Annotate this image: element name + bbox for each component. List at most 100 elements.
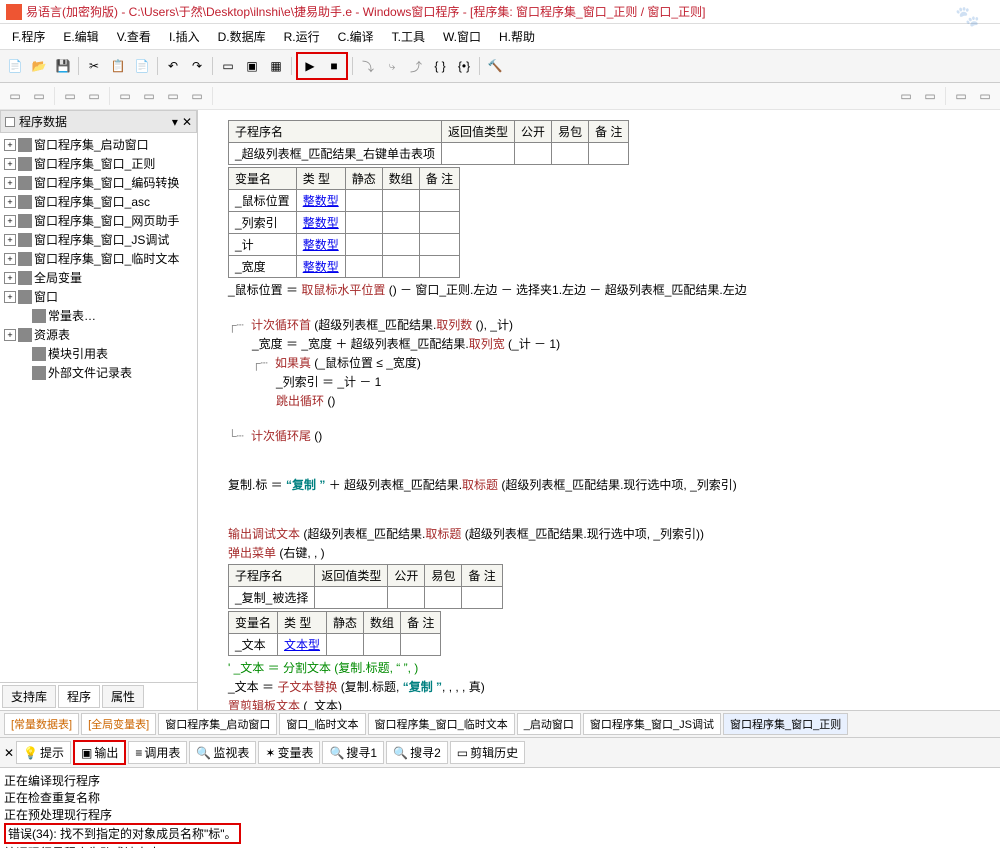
menu-view[interactable]: V.查看 [109, 26, 159, 47]
tb2-btn: ▭ [28, 85, 50, 107]
tab-global-var[interactable]: [全局变量表] [81, 713, 156, 735]
copy-button[interactable]: 📋 [107, 55, 129, 77]
tree-item[interactable]: +窗口程序集_窗口_正则 [2, 154, 195, 173]
sidebar-dropdown-icon[interactable]: ▾ [172, 115, 178, 129]
menu-window[interactable]: W.窗口 [435, 26, 489, 47]
tab-find1[interactable]: 🔍搜寻1 [322, 741, 384, 764]
sidebar-header: 程序数据 ▾ ✕ [0, 110, 197, 133]
tree-item[interactable]: 常量表… [16, 306, 195, 325]
tb2-btn: ▭ [138, 85, 160, 107]
menu-run[interactable]: R.运行 [276, 26, 328, 47]
tab-temptext-set[interactable]: 窗口程序集_窗口_临时文本 [368, 713, 515, 735]
window-title: 易语言(加密狗版) - C:\Users\于然\Desktop\ilnshi\e… [26, 3, 705, 20]
tree-item[interactable]: 模块引用表 [16, 344, 195, 363]
variable-table[interactable]: 变量名类 型静态数组备 注 _文本文本型 [228, 611, 441, 656]
sidebar-tabs: 支持库 程序 属性 [0, 682, 197, 710]
run-button[interactable]: ▶ [299, 55, 321, 77]
undo-button[interactable]: ↶ [162, 55, 184, 77]
variable-table[interactable]: 变量名类 型静态数组备 注 _鼠标位置整数型 _列索引整数型 _计整数型 _宽度… [228, 167, 460, 278]
menu-help[interactable]: H.帮助 [491, 26, 543, 47]
tree-item[interactable]: +窗口程序集_窗口_网页助手 [2, 211, 195, 230]
tab-vartable[interactable]: ✶变量表 [258, 741, 320, 764]
menu-file[interactable]: F.程序 [4, 26, 53, 47]
tab-watch[interactable]: 🔍监视表 [189, 741, 256, 764]
tab-regex[interactable]: 窗口程序集_窗口_正则 [723, 713, 848, 735]
tree-item[interactable]: +窗口程序集_窗口_JS调试 [2, 230, 195, 249]
code-line[interactable]: _列索引 ＝ _计 － 1 [228, 372, 992, 391]
project-tree[interactable]: +窗口程序集_启动窗口+窗口程序集_窗口_正则+窗口程序集_窗口_编码转换+窗口… [0, 133, 197, 682]
code-line[interactable]: _宽度 ＝ _宽度 ＋ 超级列表框_匹配结果.取列宽 (_计 － 1) [228, 334, 992, 353]
new-button[interactable]: 📄 [4, 55, 26, 77]
tab-temptext[interactable]: 窗口_临时文本 [279, 713, 365, 735]
tree-item[interactable]: +资源表 [2, 325, 195, 344]
tab-output[interactable]: ▣输出 [73, 740, 126, 765]
form-button[interactable]: ▣ [241, 55, 263, 77]
step-over-button[interactable]: ⤵ [357, 55, 379, 77]
menu-edit[interactable]: E.编辑 [55, 26, 106, 47]
code-line[interactable]: ▸输出调试文本 (超级列表框_匹配结果.取标题 (超级列表框_匹配结果.现行选中… [228, 524, 992, 543]
code-line[interactable]: 弹出菜单 (右键, , ) [228, 543, 992, 562]
save-button[interactable]: 💾 [52, 55, 74, 77]
sidebar-tab-support[interactable]: 支持库 [2, 685, 56, 708]
breakpoint-button[interactable]: { } [429, 55, 451, 77]
code-line[interactable]: └┄ 计次循环尾 () [228, 426, 992, 445]
output-pane[interactable]: 正在编译现行程序 正在检查重复名称 正在预处理现行程序 错误(34): 找不到指… [0, 768, 1000, 848]
grid-button[interactable]: ▦ [265, 55, 287, 77]
search-icon: 🔍 [329, 746, 344, 760]
cut-button[interactable]: ✂ [83, 55, 105, 77]
paste-button[interactable]: 📄 [131, 55, 153, 77]
tb2-btn: ▭ [83, 85, 105, 107]
code-line[interactable]: ┌┄ 如果真 (_鼠标位置 ≤ _宽度) [228, 353, 992, 372]
menu-bar: F.程序 E.编辑 V.查看 I.插入 D.数据库 R.运行 C.编译 T.工具… [0, 24, 1000, 50]
code-line[interactable]: ↓复制.标 ＝ “复制 ” ＋ 超级列表框_匹配结果.取标题 (超级列表框_匹配… [228, 475, 992, 494]
clip-icon: ▭ [457, 746, 468, 760]
tab-jsdebug[interactable]: 窗口程序集_窗口_JS调试 [583, 713, 721, 735]
tab-start-window[interactable]: 窗口程序集_启动窗口 [158, 713, 277, 735]
redo-button[interactable]: ↷ [186, 55, 208, 77]
step-into-button[interactable]: ⤷ [381, 55, 403, 77]
code-line[interactable]: _鼠标位置 ＝ 取鼠标水平位置 () － 窗口_正则.左边 － 选择夹1.左边 … [228, 280, 992, 299]
tab-calltable[interactable]: ≡调用表 [128, 741, 187, 764]
build-button[interactable]: 🔨 [484, 55, 506, 77]
subroutine-table[interactable]: 子程序名返回值类型公开易包备 注 _复制_被选择 [228, 564, 503, 609]
tab-clip[interactable]: ▭剪辑历史 [450, 741, 525, 764]
window-button[interactable]: ▭ [217, 55, 239, 77]
tree-item[interactable]: +窗口程序集_窗口_临时文本 [2, 249, 195, 268]
code-editor[interactable]: 子程序名返回值类型公开易包备 注 _超级列表框_匹配结果_右键单击表项 变量名类… [198, 110, 1000, 710]
tree-item[interactable]: +窗口程序集_启动窗口 [2, 135, 195, 154]
menu-compile[interactable]: C.编译 [330, 26, 382, 47]
menu-insert[interactable]: I.插入 [161, 26, 208, 47]
tb2-btn: ▭ [186, 85, 208, 107]
tab-const-table[interactable]: [常量数据表] [4, 713, 79, 735]
tree-item[interactable]: +窗口 [2, 287, 195, 306]
subroutine-table[interactable]: 子程序名返回值类型公开易包备 注 _超级列表框_匹配结果_右键单击表项 [228, 120, 629, 165]
app-icon [6, 4, 22, 20]
sidebar-tab-program[interactable]: 程序 [58, 685, 100, 708]
tree-item[interactable]: +窗口程序集_窗口_asc [2, 192, 195, 211]
tb2-btn: ▭ [162, 85, 184, 107]
sidebar-close-icon[interactable]: ✕ [182, 115, 192, 129]
toggle-bp-button[interactable]: {•} [453, 55, 475, 77]
code-line[interactable]: ' _文本 ＝ 分割文本 (复制.标题, “ ”, ) [228, 658, 992, 677]
var-icon: ✶ [265, 746, 275, 760]
code-line[interactable]: ┌┄ 计次循环首 (超级列表框_匹配结果.取列数 (), _计) [228, 315, 992, 334]
code-line[interactable]: 置剪辑板文本 (_文本) [228, 696, 992, 710]
close-icon[interactable]: ✕ [4, 746, 14, 760]
open-button[interactable]: 📂 [28, 55, 50, 77]
tab-startwin[interactable]: _启动窗口 [517, 713, 581, 735]
stop-button[interactable]: ■ [323, 55, 345, 77]
tab-find2[interactable]: 🔍搜寻2 [386, 741, 448, 764]
code-line[interactable]: _文本 ＝ 子文本替换 (复制.标题, “复制 ”, , , , 真) [228, 677, 992, 696]
tree-item[interactable]: +全局变量 [2, 268, 195, 287]
sidebar-tab-property[interactable]: 属性 [102, 685, 144, 708]
run-controls-highlight: ▶ ■ [296, 52, 348, 80]
lightbulb-icon: 💡 [23, 746, 38, 760]
code-line[interactable]: 跳出循环 () [228, 391, 992, 410]
menu-database[interactable]: D.数据库 [210, 26, 274, 47]
step-out-button[interactable]: ⤴ [405, 55, 427, 77]
menu-tools[interactable]: T.工具 [384, 26, 433, 47]
tab-hint[interactable]: 💡提示 [16, 741, 71, 764]
tree-item[interactable]: 外部文件记录表 [16, 363, 195, 382]
tree-item[interactable]: +窗口程序集_窗口_编码转换 [2, 173, 195, 192]
document-tabs: [常量数据表] [全局变量表] 窗口程序集_启动窗口 窗口_临时文本 窗口程序集… [0, 710, 1000, 737]
